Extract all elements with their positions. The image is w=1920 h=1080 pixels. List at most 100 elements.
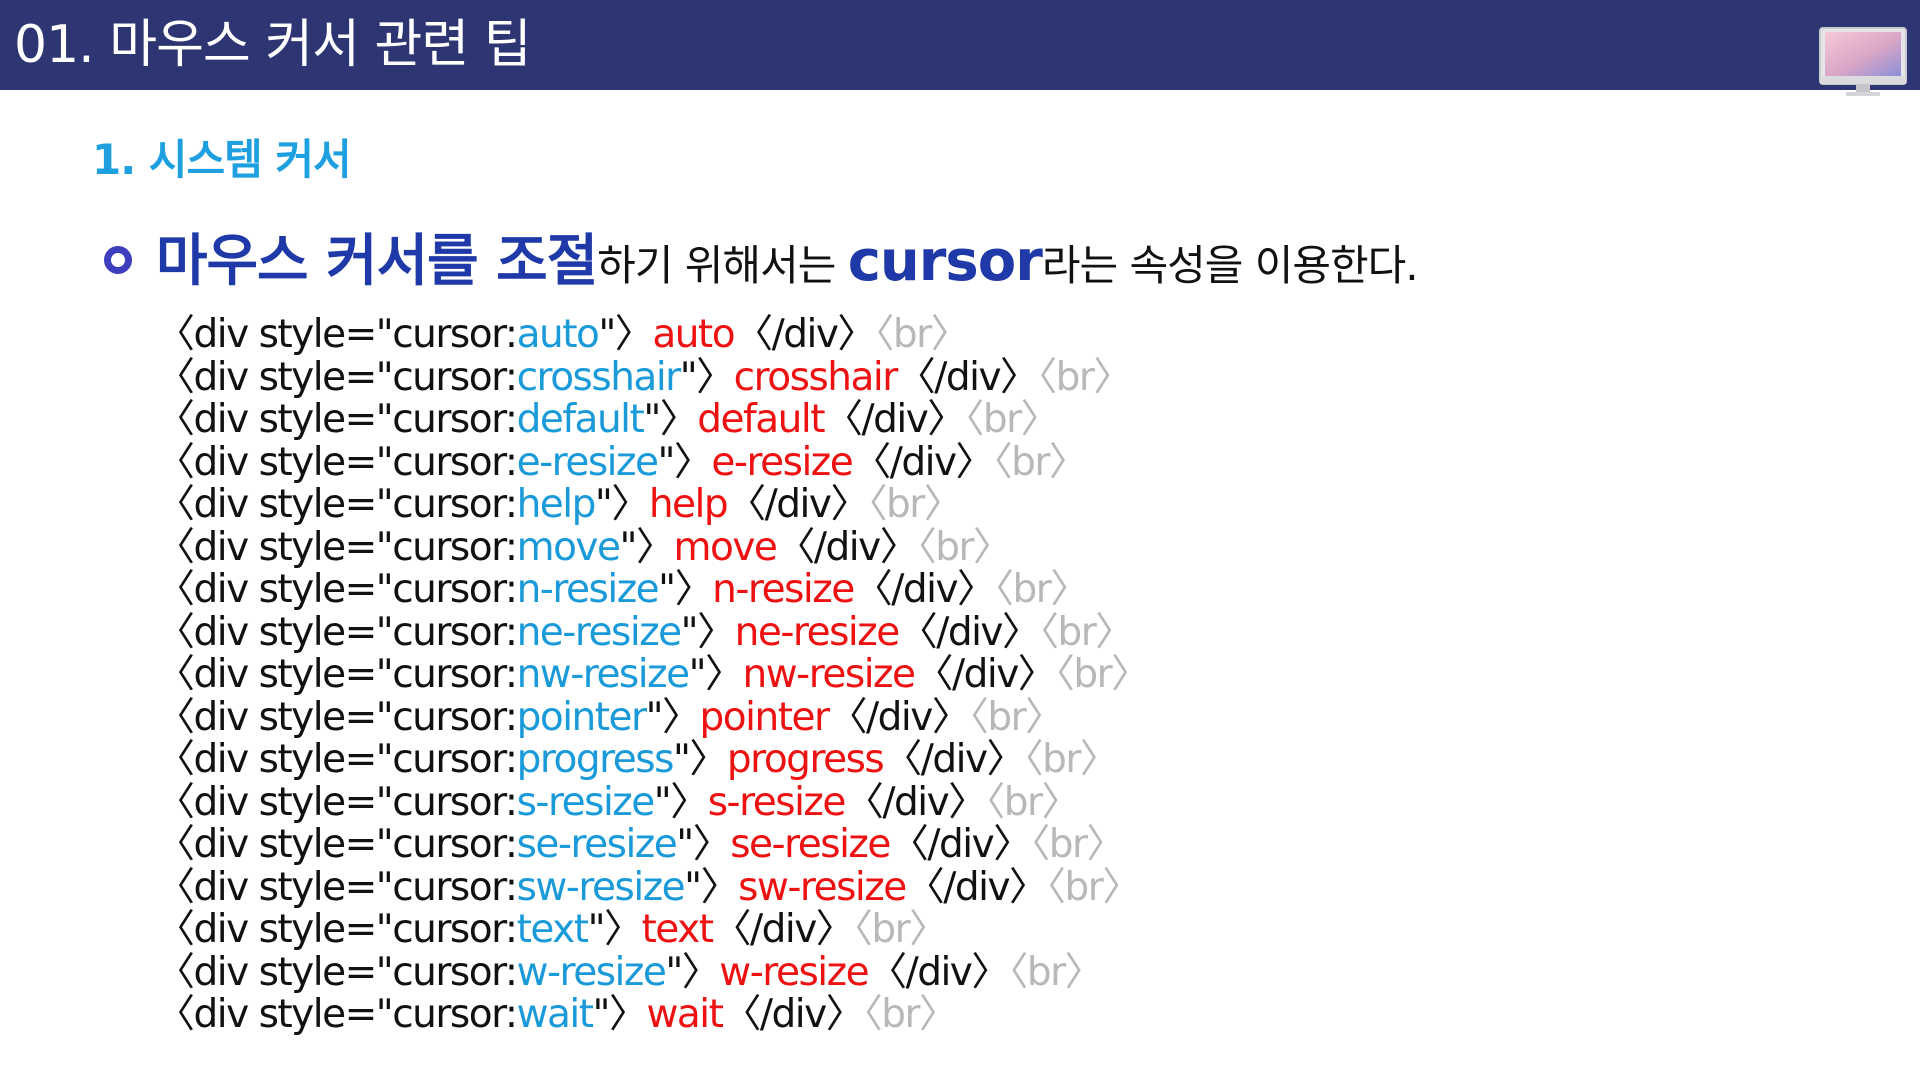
cursor-value: progress <box>516 737 675 782</box>
code-close: 〈/div〉 <box>722 992 864 1037</box>
code-br: 〈br〉 <box>1046 864 1142 910</box>
div-text: default <box>697 397 825 442</box>
code-prefix: 〈div style="cursor: <box>156 482 518 527</box>
header-bar: 01. 마우스 커서 관련 팁 <box>0 0 1920 96</box>
code-prefix: 〈div style="cursor: <box>156 694 518 740</box>
div-text: move <box>673 524 777 570</box>
code-prefix: 〈div style="cursor: <box>156 524 518 570</box>
code-mid: "〉 <box>684 864 739 910</box>
code-prefix: 〈div style="cursor: <box>156 949 518 995</box>
page-title: 01. 마우스 커서 관련 팁 <box>14 15 532 75</box>
code-mid: "〉 <box>653 779 709 825</box>
code-prefix: 〈div style="cursor: <box>156 609 518 655</box>
code-close: 〈/div〉 <box>824 397 966 442</box>
code-prefix: 〈div style="cursor: <box>156 822 518 867</box>
code-line: 〈div style="cursor:auto"〉auto〈/div〉〈br〉 <box>156 312 1149 357</box>
code-br: 〈br〉 <box>1024 737 1119 782</box>
div-text: s-resize <box>707 779 847 825</box>
bullet-text: 마우스 커서를 조절하기 위해서는 cursor라는 속성을 이용한다. <box>156 229 1419 307</box>
code-mid: "〉 <box>645 694 701 740</box>
div-text: n-resize <box>712 567 855 612</box>
cursor-value: sw-resize <box>516 864 686 910</box>
code-prefix: 〈div style="cursor: <box>156 864 518 910</box>
cursor-value: text <box>516 907 589 952</box>
div-text: w-resize <box>719 949 869 995</box>
code-mid: "〉 <box>594 482 650 527</box>
code-line: 〈div style="cursor:default"〉default〈/div… <box>156 397 1149 442</box>
code-close: 〈/div〉 <box>889 822 1032 867</box>
code-prefix: 〈div style="cursor: <box>156 567 518 612</box>
code-close: 〈/div〉 <box>868 949 1010 995</box>
section-title: 1. 시스템 커서 <box>92 135 352 184</box>
bullet-keyword: cursor <box>847 229 1043 294</box>
code-br: 〈br〉 <box>867 482 963 527</box>
div-text: nw-resize <box>742 652 916 697</box>
code-br: 〈br〉 <box>917 524 1012 570</box>
cursor-value: w-resize <box>516 949 667 995</box>
code-close: 〈/div〉 <box>896 354 1039 400</box>
code-mid: "〉 <box>592 992 648 1037</box>
bullet-text-middle: 하기 위해서는 <box>597 241 848 290</box>
code-prefix: 〈div style="cursor: <box>156 737 518 782</box>
div-text: crosshair <box>733 354 899 400</box>
code-line: 〈div style="cursor:e-resize"〉e-resize〈/d… <box>156 439 1149 485</box>
monitor-icon <box>1819 27 1907 96</box>
code-line: 〈div style="cursor:help"〉help〈/div〉〈br〉 <box>156 482 1149 527</box>
div-text: text <box>641 907 714 952</box>
cursor-value: auto <box>516 312 600 357</box>
code-line: 〈div style="cursor:w-resize"〉w-resize〈/d… <box>156 949 1149 995</box>
div-text: help <box>648 482 729 527</box>
code-close: 〈/div〉 <box>828 694 971 740</box>
code-prefix: 〈div style="cursor: <box>156 652 518 697</box>
cursor-value: move <box>516 524 621 570</box>
code-line: 〈div style="cursor:n-resize"〉n-resize〈/d… <box>156 567 1149 612</box>
code-close: 〈/div〉 <box>727 482 869 527</box>
cursor-value: help <box>516 482 597 527</box>
code-mid: "〉 <box>672 737 728 782</box>
code-br: 〈br〉 <box>1008 949 1104 995</box>
code-br: 〈br〉 <box>993 439 1088 485</box>
code-line: 〈div style="cursor:s-resize"〉s-resize〈/d… <box>156 779 1149 825</box>
code-prefix: 〈div style="cursor: <box>156 779 518 825</box>
div-text: pointer <box>699 694 831 740</box>
code-mid: "〉 <box>657 439 712 485</box>
code-block: 〈div style="cursor:auto"〉auto〈/div〉〈br〉 … <box>156 312 1150 1037</box>
code-close: 〈/div〉 <box>853 567 996 612</box>
div-text: wait <box>646 992 723 1037</box>
code-mid: "〉 <box>619 524 675 570</box>
code-br: 〈br〉 <box>985 779 1081 825</box>
code-mid: "〉 <box>665 949 720 995</box>
cursor-value: s-resize <box>516 779 656 825</box>
code-br: 〈br〉 <box>1037 354 1133 400</box>
code-close: 〈/div〉 <box>905 864 1048 910</box>
code-close: 〈/div〉 <box>712 907 855 952</box>
code-line: 〈div style="cursor:crosshair"〉crosshair〈… <box>156 354 1149 400</box>
div-text: auto <box>652 312 735 357</box>
code-br: 〈br〉 <box>994 567 1090 612</box>
code-mid: "〉 <box>658 567 713 612</box>
code-line: 〈div style="cursor:se-resize"〉se-resize〈… <box>156 822 1149 867</box>
code-br: 〈br〉 <box>874 312 970 357</box>
cursor-value: wait <box>516 992 594 1037</box>
code-br: 〈br〉 <box>853 907 948 952</box>
bullet-emphasis: 마우스 커서를 조절 <box>156 229 598 294</box>
cursor-value: nw-resize <box>516 652 690 697</box>
div-text: se-resize <box>730 822 891 867</box>
code-mid: "〉 <box>676 822 731 867</box>
code-close: 〈/div〉 <box>883 737 1025 782</box>
code-prefix: 〈div style="cursor: <box>156 439 518 485</box>
cursor-value: e-resize <box>516 439 659 485</box>
code-br: 〈br〉 <box>1039 609 1135 655</box>
code-line: 〈div style="cursor:text"〉text〈/div〉〈br〉 <box>156 907 1149 952</box>
div-text: e-resize <box>711 439 853 485</box>
code-br: 〈br〉 <box>1030 822 1126 867</box>
code-close: 〈/div〉 <box>844 779 987 825</box>
code-mid: "〉 <box>598 312 653 357</box>
code-prefix: 〈div style="cursor: <box>156 354 518 400</box>
code-mid: "〉 <box>688 652 744 697</box>
code-line: 〈div style="cursor:progress"〉progress〈/d… <box>156 737 1149 782</box>
code-br: 〈br〉 <box>969 694 1064 740</box>
code-prefix: 〈div style="cursor: <box>156 312 518 357</box>
cursor-value: crosshair <box>516 354 682 400</box>
code-line: 〈div style="cursor:pointer"〉pointer〈/div… <box>156 694 1149 740</box>
